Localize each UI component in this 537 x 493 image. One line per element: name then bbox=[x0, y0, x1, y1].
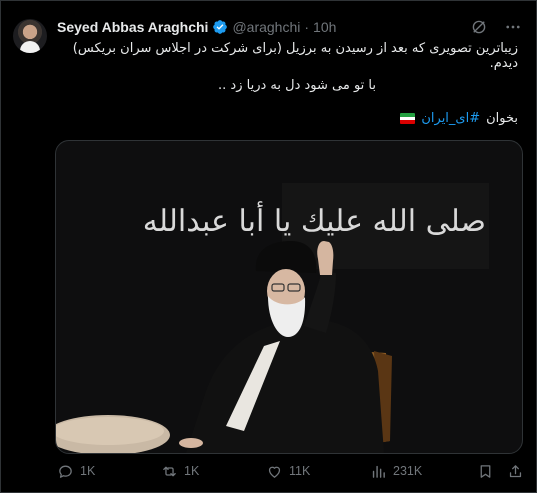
reply-icon bbox=[57, 463, 74, 480]
verified-badge-icon bbox=[212, 19, 228, 35]
tweet-text-word: بخوان bbox=[486, 111, 518, 126]
repost-count: 1K bbox=[184, 464, 200, 478]
share-button[interactable] bbox=[507, 463, 524, 480]
hashtag-link[interactable]: #ای_ایران bbox=[421, 111, 480, 126]
tweet-actions: 1K 1K 11K 231K bbox=[57, 461, 523, 481]
like-button[interactable]: 11K bbox=[266, 463, 310, 480]
avatar[interactable] bbox=[13, 19, 47, 53]
tweet-card[interactable]: Seyed Abbas Araghchi @araghchi · 10h زیب… bbox=[0, 0, 537, 493]
more-icon[interactable] bbox=[504, 18, 522, 36]
repost-icon bbox=[161, 463, 178, 480]
like-count: 11K bbox=[289, 464, 311, 478]
tweet-time[interactable]: 10h bbox=[313, 19, 336, 35]
iran-flag-icon bbox=[400, 113, 416, 124]
header-actions bbox=[470, 18, 522, 36]
author-name[interactable]: Seyed Abbas Araghchi bbox=[57, 19, 208, 35]
reply-button[interactable]: 1K bbox=[57, 463, 95, 480]
author-handle[interactable]: @araghchi bbox=[232, 19, 300, 35]
repost-button[interactable]: 1K bbox=[161, 463, 199, 480]
views-count: 231K bbox=[393, 464, 423, 478]
tweet-text-line-1: زیباترین تصویری که بعد از رسیدن به برزیل… bbox=[72, 41, 518, 71]
tweet-text-line-3: بخوان #ای_ایران bbox=[400, 111, 518, 126]
views-icon bbox=[370, 463, 387, 480]
separator-dot: · bbox=[304, 19, 310, 35]
bookmark-button[interactable] bbox=[477, 463, 494, 480]
tweet-image[interactable]: صلى الله عليك يا أبا عبدالله bbox=[55, 140, 523, 454]
like-icon bbox=[266, 463, 283, 480]
bookmark-icon bbox=[477, 463, 494, 480]
tweet-header: Seyed Abbas Araghchi @araghchi · 10h bbox=[57, 17, 336, 37]
portrait-figure bbox=[56, 241, 392, 453]
views-button[interactable]: 231K bbox=[370, 463, 422, 480]
grok-icon[interactable] bbox=[470, 18, 488, 36]
tweet-text-line-2: با تو می شود دل به دریا زد .. bbox=[218, 78, 376, 93]
reply-count: 1K bbox=[80, 464, 96, 478]
share-icon bbox=[507, 463, 524, 480]
